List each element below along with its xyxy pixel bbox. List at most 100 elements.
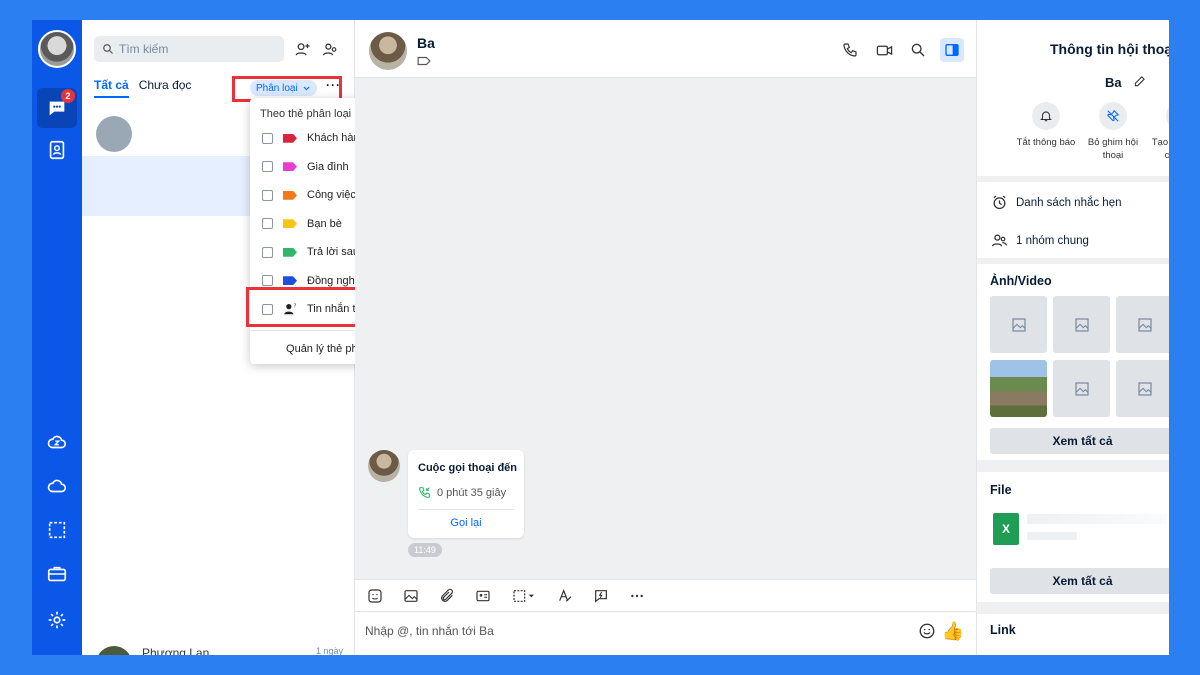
contacts-nav-button[interactable] xyxy=(37,130,77,170)
tab-unread[interactable]: Chưa đọc xyxy=(139,78,192,98)
conversation-item[interactable]: Phương Lan 1 ngày xyxy=(82,638,355,655)
label-tag-icon[interactable] xyxy=(417,56,431,66)
contact-name[interactable]: Ba xyxy=(417,35,435,51)
cloud-nav-button[interactable] xyxy=(37,466,77,506)
common-groups-label: 1 nhóm chung xyxy=(1016,234,1089,247)
search-box[interactable] xyxy=(94,36,284,62)
contact-avatar[interactable] xyxy=(369,32,407,70)
voice-call-button[interactable] xyxy=(838,38,862,62)
search-icon xyxy=(103,44,113,54)
messages-nav-button[interactable]: 2 xyxy=(37,88,77,128)
image-placeholder-icon xyxy=(1074,317,1089,332)
info-title: Thông tin hội thoại xyxy=(1050,41,1169,57)
incoming-call-card: Cuộc gọi thoại đến 0 phút 35 giây Gọi lạ… xyxy=(408,450,524,538)
see-all-media-button[interactable]: Xem tất cả xyxy=(990,428,1169,454)
media-thumbnail[interactable] xyxy=(1053,296,1110,353)
create-group-action[interactable]: Tạo nhóm trò chuyện xyxy=(1145,102,1169,162)
add-friend-button[interactable] xyxy=(290,37,314,61)
cloud-icon xyxy=(47,479,67,493)
reminder-list-row[interactable]: Danh sách nhắc hẹn xyxy=(991,194,1122,211)
tools-nav-button[interactable] xyxy=(37,554,77,594)
screenshot-nav-button[interactable] xyxy=(37,510,77,550)
checkbox[interactable] xyxy=(262,161,273,173)
image-placeholder-icon xyxy=(1011,317,1026,332)
frame-border-bottom xyxy=(32,655,1169,675)
media-thumbnail[interactable] xyxy=(1116,296,1169,353)
message-timestamp: 11:49 xyxy=(408,543,442,557)
search-icon xyxy=(911,43,925,57)
edit-pencil-icon[interactable] xyxy=(1133,74,1147,88)
create-group-button[interactable] xyxy=(318,37,342,61)
add-user-icon xyxy=(295,42,310,56)
add-group-icon xyxy=(322,43,336,55)
unpin-icon xyxy=(1099,102,1127,130)
emoji-icon[interactable] xyxy=(918,622,936,640)
message-input[interactable] xyxy=(365,624,895,638)
settings-nav-button[interactable] xyxy=(37,600,77,640)
checkbox[interactable] xyxy=(262,246,273,258)
file-size-redacted xyxy=(1027,532,1077,540)
unpin-conversation-action[interactable]: Bỏ ghim hội thoại xyxy=(1078,102,1148,162)
gear-icon xyxy=(48,611,66,629)
call-back-button[interactable]: Gọi lại xyxy=(408,517,524,529)
media-section: Ảnh/Video Xem tất cả xyxy=(977,264,1169,460)
profile-section: Ba Tắt thông báo Bỏ ghim hội thoại Tạo n… xyxy=(977,74,1169,176)
text-format-icon xyxy=(559,588,572,602)
video-call-button[interactable] xyxy=(872,38,896,62)
screenshot-icon xyxy=(513,589,534,602)
sender-avatar[interactable] xyxy=(368,450,400,482)
send-contact-card-button[interactable] xyxy=(473,586,493,606)
attach-file-button[interactable] xyxy=(437,586,457,606)
briefcase-icon xyxy=(47,566,67,582)
files-section: File X Xem tất cả xyxy=(977,472,1169,602)
tag-icon xyxy=(283,247,297,257)
media-thumbnail[interactable] xyxy=(990,296,1047,353)
media-thumbnail[interactable] xyxy=(1053,360,1110,417)
incoming-call-icon xyxy=(419,487,430,498)
toggle-info-panel-button[interactable] xyxy=(940,38,964,62)
excel-file-icon[interactable]: X xyxy=(993,513,1019,545)
see-all-files-button[interactable]: Xem tất cả xyxy=(990,568,1169,594)
checkbox[interactable] xyxy=(262,132,273,144)
search-input[interactable] xyxy=(119,42,279,56)
message-composer: 👍 xyxy=(355,611,976,655)
nav-rail: 2 xyxy=(32,20,82,655)
capture-screen-button[interactable] xyxy=(509,586,539,606)
phone-icon xyxy=(843,43,857,57)
tag-icon xyxy=(283,190,297,200)
call-duration: 0 phút 35 giây xyxy=(418,486,506,499)
alarm-clock-icon xyxy=(993,195,1006,210)
tab-all[interactable]: Tất cả xyxy=(94,78,129,98)
zcloud-nav-button[interactable] xyxy=(37,422,77,462)
file-name-redacted[interactable] xyxy=(1027,514,1167,524)
more-options-button[interactable] xyxy=(627,586,647,606)
search-messages-button[interactable] xyxy=(906,38,930,62)
tag-icon xyxy=(283,162,297,172)
reminder-list-label: Danh sách nhắc hẹn xyxy=(1016,196,1122,209)
action-label: Tạo nhóm trò chuyện xyxy=(1151,137,1169,161)
media-photo-thumbnail[interactable] xyxy=(990,360,1047,417)
thumbs-up-icon[interactable]: 👍 xyxy=(942,621,964,642)
paperclip-icon xyxy=(441,588,453,602)
text-format-button[interactable] xyxy=(555,586,575,606)
reminders-section: Danh sách nhắc hẹn 1 nhóm chung xyxy=(977,182,1169,258)
mute-notifications-action[interactable]: Tắt thông báo xyxy=(1011,102,1081,149)
user-avatar[interactable] xyxy=(38,30,76,68)
checkbox[interactable] xyxy=(262,189,273,201)
contact-card-icon xyxy=(476,590,490,601)
action-label: Tắt thông báo xyxy=(1016,137,1076,148)
common-groups-row[interactable]: 1 nhóm chung xyxy=(991,232,1089,249)
sticker-button[interactable] xyxy=(365,586,385,606)
checkbox[interactable] xyxy=(262,275,273,287)
send-image-button[interactable] xyxy=(401,586,421,606)
media-thumbnail[interactable] xyxy=(1116,360,1169,417)
chat-panel: Ba Cuộc gọi thoại đến 0 phút 35 giây Gọi… xyxy=(355,20,976,655)
avatar xyxy=(96,116,132,152)
call-duration-text: 0 phút 35 giây xyxy=(437,486,507,499)
conversation-name: Phương Lan xyxy=(142,646,210,655)
image-placeholder-icon xyxy=(1137,317,1152,332)
lightning-chat-icon xyxy=(595,589,607,603)
image-placeholder-icon xyxy=(1074,381,1089,396)
checkbox[interactable] xyxy=(262,218,273,230)
quick-message-button[interactable] xyxy=(591,586,611,606)
